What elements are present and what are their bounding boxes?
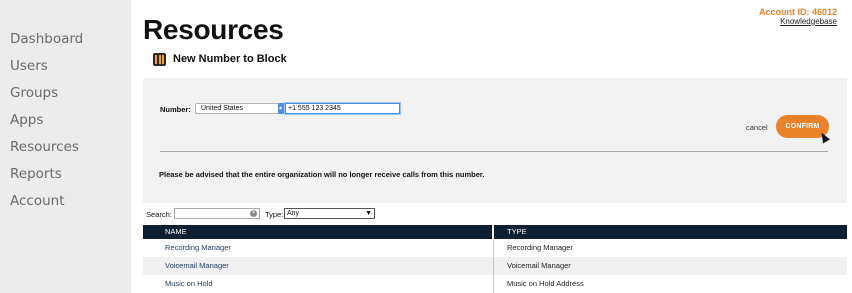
sidebar-item-apps[interactable]: Apps [10, 112, 43, 128]
number-label: Number: [160, 105, 191, 114]
app-root: Dashboard Users Groups Apps Resources Re… [0, 0, 852, 293]
country-select[interactable]: United States ▲▼ [195, 103, 288, 114]
table-header: NAME TYPE [143, 225, 847, 239]
type-value: Any [287, 210, 300, 217]
phone-number-input[interactable]: +1 555 123 2345 [285, 103, 400, 114]
block-number-form: Number: United States ▲▼ +1 555 123 2345… [143, 78, 847, 203]
row-name[interactable]: Music on Hold [143, 275, 494, 293]
sidebar-item-resources[interactable]: Resources [10, 139, 79, 155]
table-row[interactable]: Voicemail Manager Voicemail Manager [143, 257, 847, 275]
cancel-link[interactable]: cancel [746, 123, 768, 132]
column-header-name[interactable]: NAME [143, 225, 494, 239]
table-row[interactable]: Music on Hold Music on Hold Address [143, 275, 847, 293]
type-label: Type: [265, 210, 284, 219]
sidebar-item-users[interactable]: Users [10, 58, 48, 74]
column-header-type[interactable]: TYPE [494, 225, 847, 239]
type-select[interactable]: Any ▼ [284, 208, 375, 219]
chevron-down-icon: ▼ [365, 210, 372, 217]
clear-search-icon[interactable]: × [250, 210, 257, 217]
account-id: Account ID: 46012 [758, 7, 837, 17]
knowledgebase-link[interactable]: Knowledgebase [780, 17, 837, 26]
row-name[interactable]: Voicemail Manager [143, 257, 494, 275]
search-label: Search: [146, 210, 172, 219]
mouse-cursor-icon [818, 130, 830, 144]
row-name[interactable]: Recording Manager [143, 239, 494, 257]
table-row[interactable]: Recording Manager Recording Manager [143, 239, 847, 257]
row-type: Voicemail Manager [507, 261, 571, 270]
page-title: Resources [143, 14, 284, 45]
row-type: Music on Hold Address [507, 279, 584, 288]
subheader-title: New Number to Block [173, 53, 287, 65]
country-value: United States [201, 105, 244, 112]
subheader: New Number to Block [153, 52, 287, 66]
sidebar-item-groups[interactable]: Groups [10, 85, 58, 101]
sidebar-item-account[interactable]: Account [10, 193, 65, 209]
sidebar-item-dashboard[interactable]: Dashboard [10, 31, 83, 47]
search-input[interactable]: × [174, 208, 260, 219]
sidebar: Dashboard Users Groups Apps Resources Re… [0, 0, 131, 293]
sidebar-item-reports[interactable]: Reports [10, 166, 62, 182]
row-type: Recording Manager [507, 243, 573, 252]
app-icon [153, 52, 166, 66]
resources-table: NAME TYPE Recording Manager Recording Ma… [143, 225, 847, 293]
advisory-text: Please be advised that the entire organi… [159, 170, 485, 179]
divider [160, 151, 828, 152]
